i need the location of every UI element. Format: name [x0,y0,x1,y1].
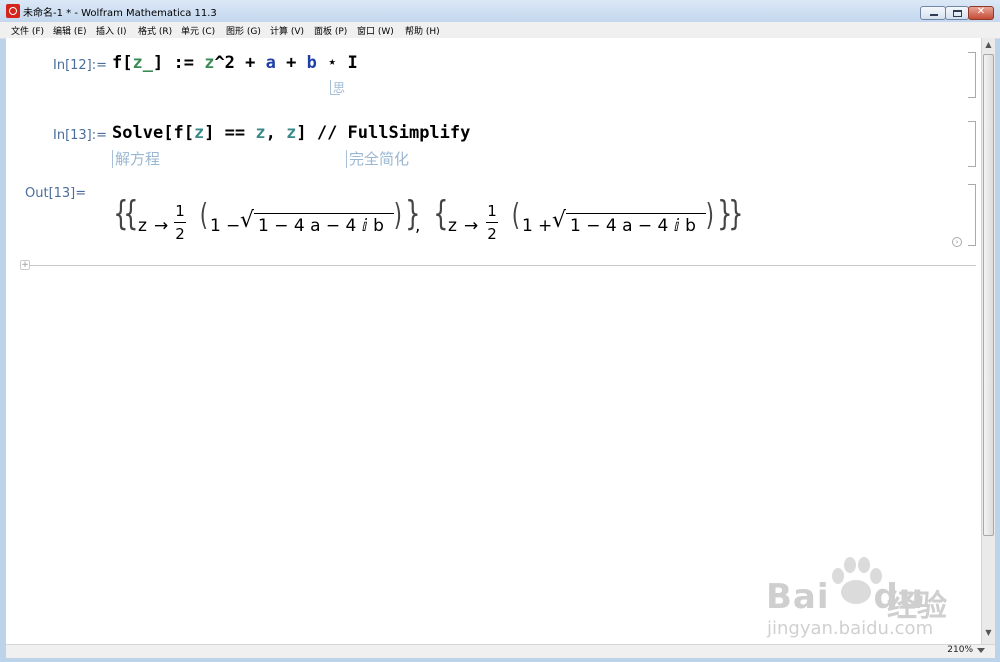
token-pattern-z: z_ [132,53,153,73]
menu-palettes[interactable]: 面板 (P) [314,24,347,37]
add-cell-icon[interactable]: + [20,260,30,270]
fraction-one-half-2: 1 2 [486,202,498,243]
fraction-bar [174,222,186,223]
hint-fullsimplify[interactable]: 完全简化 [349,148,409,169]
hint-solve[interactable]: 解方程 [115,148,160,169]
hint-divider [112,150,113,168]
menu-format[interactable]: 格式 (R) [138,24,172,37]
token-f: f [112,53,123,73]
sqrt-radical-icon-2: √ [552,208,567,233]
menu-bar: 文件 (F) 编辑 (E) 插入 (I) 格式 (R) 单元 (C) 图形 (G… [0,22,1000,39]
token-z: z [204,53,215,73]
scroll-down-icon[interactable]: ▼ [984,628,993,640]
menu-cell[interactable]: 单元 (C) [181,24,215,37]
scroll-up-icon[interactable]: ▲ [984,40,993,52]
token-z: z [286,123,297,143]
input-label-13: In[13]:= [53,128,108,143]
token-z: z [255,123,266,143]
term-one-2: 1 [522,216,533,236]
token-plus: + [275,53,307,73]
status-bar: 210% [6,644,995,658]
paren-open: ( [199,198,208,233]
token-bracket: [ [122,53,133,73]
watermark-url: jingyan.baidu.com [767,618,934,639]
token-b: b [306,53,317,73]
maximize-button[interactable] [945,6,969,20]
fraction-denominator: 2 [175,225,185,243]
autocomplete-hint-12[interactable]: 思 [333,79,345,96]
zoom-dropdown-icon[interactable] [977,648,985,653]
hint-divider [346,150,347,168]
token-comma: , [265,123,287,143]
token-bracket: ] [152,53,164,73]
menu-edit[interactable]: 编辑 (E) [53,24,87,37]
vertical-scrollbar[interactable]: ▲ ▼ [981,38,995,644]
fraction-bar [486,222,498,223]
input-cell-13[interactable]: Solve[f[z] == z, z] // FullSimplify [112,123,470,143]
plus-sign: + [538,216,553,236]
term-one: 1 [210,216,221,236]
input-label-12: In[12]:= [53,58,108,73]
sqrt-overbar-2 [566,213,706,214]
token-bracket: [ [183,123,194,143]
menu-window[interactable]: 窗口 (W) [357,24,394,37]
token-solve: Solve [112,123,164,143]
maximize-icon [953,10,962,17]
minimize-button[interactable] [920,6,946,20]
fraction-numerator: 1 [175,202,185,220]
token-fullsimplify: FullSimplify [347,123,471,143]
scrollbar-thumb[interactable] [983,54,994,536]
close-icon: ✕ [976,6,986,17]
input-cell-12[interactable]: f[z_] := z^2 + a + b ⋆ I [112,53,358,73]
token-postfix: ] // [296,123,348,143]
menu-file[interactable]: 文件 (F) [11,24,44,37]
paren-open-2: ( [511,198,520,233]
zoom-level[interactable]: 210% [947,645,973,655]
fraction-denominator: 2 [487,225,497,243]
cell-bracket-out13[interactable] [968,184,976,246]
outer-close-brace: } [728,194,744,234]
title-bar: 未命名-1 * - Wolfram Mathematica 11.3 ✕ [0,0,1000,22]
cell-bracket-13[interactable] [968,121,976,167]
radicand-2: 1 − 4 a − 4 ⅈ b [570,216,696,236]
cell-bracket-12[interactable] [968,52,976,98]
menu-evaluation[interactable]: 计算 (V) [270,24,304,37]
solution-variable: z [138,216,147,236]
minus-sign: − [226,216,241,236]
radicand: 1 − 4 a − 4 ⅈ b [258,216,384,236]
sqrt-overbar [254,213,394,214]
inner-open-brace-2: { [433,194,449,234]
token-bracket: [ [163,123,174,143]
menu-help[interactable]: 帮助 (H) [405,24,440,37]
token-times-i: ⋆ I [316,53,358,73]
list-comma: , [415,216,421,236]
token-a: a [265,53,276,73]
paren-close: ) [393,198,402,233]
menu-graphics[interactable]: 图形 (G) [226,24,261,37]
solution-variable-2: z [448,216,457,236]
cell-insertion-line[interactable] [20,265,976,266]
close-button[interactable]: ✕ [968,6,994,20]
menu-insert[interactable]: 插入 (I) [96,24,127,37]
output-label-13: Out[13]= [25,186,87,201]
token-z: z [193,123,205,143]
watermark-brand-part1: Bai [766,577,830,617]
sqrt-radical-icon: √ [240,208,255,233]
fraction-numerator: 1 [487,202,497,220]
fraction-one-half: 1 2 [174,202,186,243]
rule-arrow-2: → [464,216,479,236]
paren-close-2: ) [705,198,714,233]
token-setdelayed: := [163,53,205,73]
rule-arrow: → [154,216,169,236]
token-power: ^2 + [214,53,266,73]
minimize-icon [930,14,938,16]
evaluation-status-icon[interactable]: › [952,237,962,247]
inner-open-brace: { [123,194,139,234]
token-equal: ] == [204,123,256,143]
window-title: 未命名-1 * - Wolfram Mathematica 11.3 [23,8,217,19]
mathematica-app-icon[interactable] [6,4,20,18]
token-f: f [173,123,184,143]
